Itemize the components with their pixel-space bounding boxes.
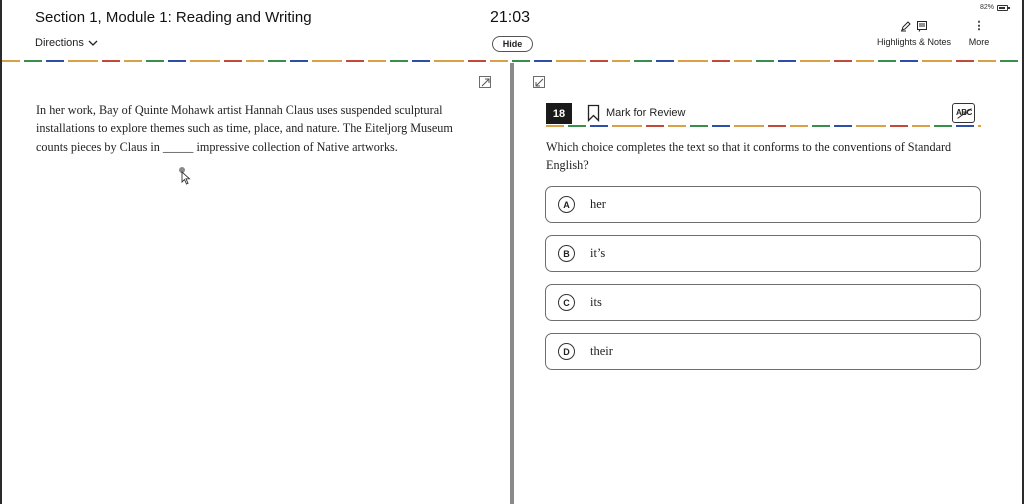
header-divider (2, 60, 1022, 62)
choice-text: their (590, 344, 613, 358)
battery-percent: 82% (980, 4, 995, 11)
chevron-down-icon (88, 40, 98, 46)
question-divider (546, 125, 981, 127)
expand-icon[interactable] (479, 76, 491, 88)
choice-a[interactable]: A her (545, 186, 981, 223)
choice-b[interactable]: B it’s (545, 235, 981, 272)
battery-status: 82% (980, 4, 1011, 11)
choice-text: her (590, 197, 606, 211)
passage-text: In her work, Bay of Quinte Mohawk artist… (36, 103, 453, 154)
choice-d[interactable]: D their (545, 333, 981, 370)
more-vertical-icon: ⋮ (973, 20, 985, 32)
pencil-icon (901, 21, 911, 32)
mark-for-review-label: Mark for Review (606, 107, 686, 119)
directions-label: Directions (35, 37, 84, 49)
question-prompt: Which choice completes the text so that … (546, 140, 952, 173)
notes-icon (917, 21, 927, 32)
choice-letter: B (558, 245, 575, 262)
collapse-icon[interactable] (533, 76, 545, 88)
directions-toggle[interactable]: Directions (35, 37, 98, 49)
highlights-notes-label: Highlights & Notes (876, 37, 952, 47)
choice-text: it’s (590, 246, 606, 260)
choice-text: its (590, 295, 602, 309)
answer-eliminator-button[interactable]: ABC (952, 103, 975, 123)
more-label: More (968, 37, 990, 47)
timer: 21:03 (490, 9, 531, 26)
battery-icon (997, 4, 1011, 11)
cursor-icon (179, 167, 191, 185)
choice-letter: D (558, 343, 575, 360)
hide-timer-button[interactable]: Hide (492, 36, 533, 52)
choice-letter: C (558, 294, 575, 311)
mark-for-review-button[interactable]: Mark for Review (587, 104, 685, 122)
pane-divider[interactable] (510, 63, 514, 504)
section-title: Section 1, Module 1: Reading and Writing (35, 9, 312, 26)
more-button[interactable]: ⋮ More (963, 20, 995, 50)
bookmark-icon (587, 104, 600, 122)
highlights-notes-button[interactable]: Highlights & Notes (868, 20, 960, 50)
choice-c[interactable]: C its (545, 284, 981, 321)
question-number: 18 (546, 103, 572, 124)
choice-letter: A (558, 196, 575, 213)
